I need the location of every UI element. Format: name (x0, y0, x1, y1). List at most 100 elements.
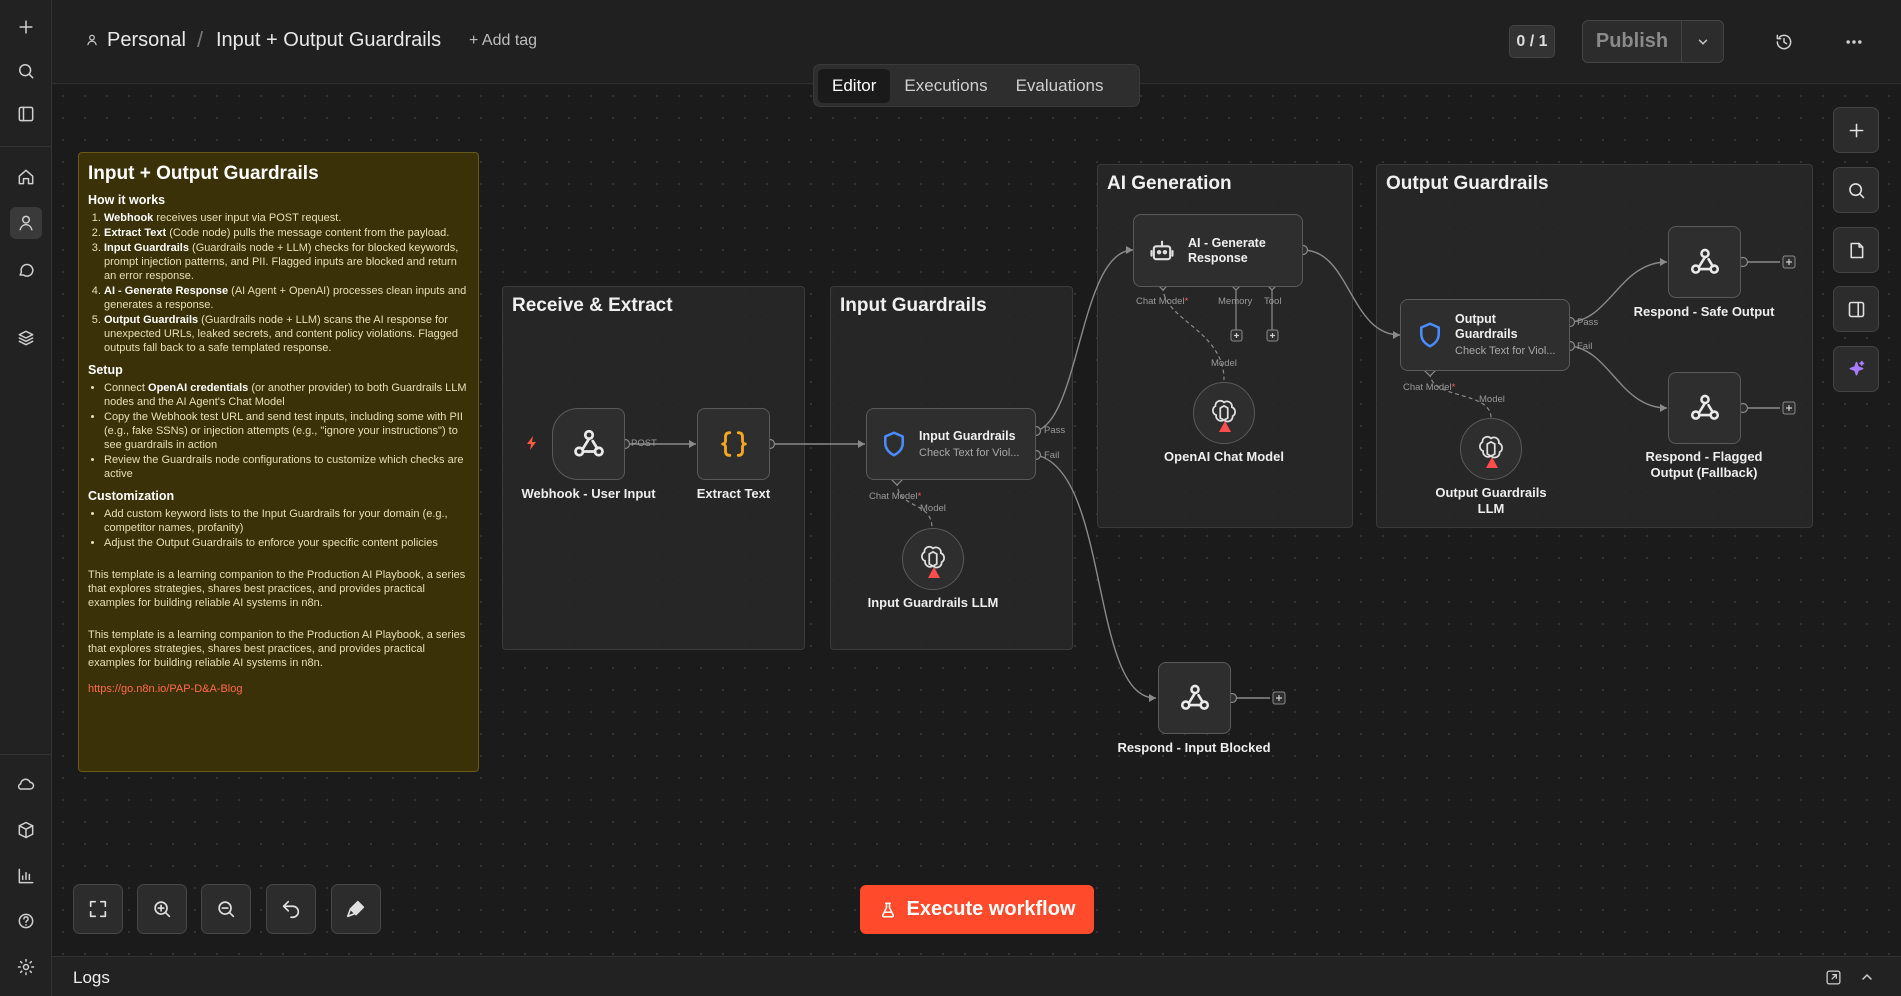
node-openai-chat-model[interactable] (1193, 382, 1255, 444)
node-output-guardrails[interactable]: Output Guardrails Check Text for Viol... (1400, 299, 1570, 371)
sticky-note[interactable]: Input + Output Guardrails How it works W… (78, 152, 479, 772)
webhook-icon (573, 429, 604, 457)
trigger-bolt-icon (526, 436, 538, 455)
active-counter-badge: 0 / 1 (1509, 25, 1555, 58)
note-heading-how: How it works (88, 193, 166, 207)
node-respond-input-blocked[interactable] (1158, 662, 1231, 734)
node-ai-generate-response[interactable]: AI - Generate Response (1133, 214, 1303, 287)
note-heading-customization: Customization (88, 489, 175, 503)
packages-icon[interactable] (10, 814, 42, 846)
port-label-tool: Tool (1264, 296, 1282, 307)
breadcrumb-project[interactable]: Personal (107, 29, 186, 52)
group-title: Receive & Extract (512, 295, 673, 316)
ai-assistant-button[interactable] (1833, 346, 1879, 392)
node-subtitle: Check Text for Viol... (919, 446, 1020, 459)
list-item: Copy the Webhook test URL and send test … (104, 410, 469, 452)
search-icon[interactable] (10, 55, 42, 87)
add-sticky-note-button[interactable] (1833, 227, 1879, 273)
logs-title: Logs (73, 968, 110, 987)
layers-icon[interactable] (10, 322, 42, 354)
webhook-icon (1690, 394, 1719, 420)
zoom-in-button[interactable] (137, 884, 187, 934)
toggle-panel-button[interactable] (1833, 286, 1879, 332)
history-icon[interactable] (1771, 29, 1797, 55)
list-item: Webhook receives user input via POST req… (104, 211, 469, 225)
node-input-guardrails[interactable]: Input Guardrails Check Text for Viol... (866, 408, 1036, 480)
divider (0, 146, 52, 147)
node-respond-flagged-output[interactable] (1668, 372, 1741, 444)
node-input-guardrails-llm[interactable] (902, 528, 964, 590)
port-label-fail: Fail (1044, 450, 1060, 461)
list-item: AI - Generate Response (AI Agent + OpenA… (104, 284, 469, 312)
code-braces-icon (720, 431, 747, 457)
warning-icon (1486, 457, 1498, 468)
execute-workflow-button[interactable]: Execute workflow (860, 885, 1094, 934)
warning-icon (1219, 421, 1231, 432)
list-item: Extract Text (Code node) pulls the messa… (104, 226, 469, 240)
note-paragraph: This template is a learning companion to… (88, 629, 466, 669)
node-label: OpenAI Chat Model (1164, 449, 1284, 464)
webhook-icon (1690, 248, 1719, 274)
add-tag-button[interactable]: + Add tag (469, 32, 537, 50)
search-nodes-button[interactable] (1833, 167, 1879, 213)
list-item: Output Guardrails (Guardrails node + LLM… (104, 313, 469, 355)
group-title: Input Guardrails (840, 295, 987, 316)
cloud-icon[interactable] (10, 768, 42, 800)
pop-out-icon[interactable] (1825, 969, 1842, 991)
group-title: AI Generation (1107, 173, 1232, 194)
port-label-model: Model (1479, 394, 1505, 405)
more-options-icon[interactable] (1841, 29, 1867, 55)
undo-button[interactable] (266, 884, 316, 934)
webhook-icon (1180, 684, 1209, 710)
note-link[interactable]: https://go.n8n.io/PAP-D&A-Blog (88, 682, 469, 696)
logs-panel[interactable]: Logs (52, 956, 1901, 996)
robot-icon (1150, 240, 1174, 260)
insights-icon[interactable] (10, 860, 42, 892)
workflow-name[interactable]: Input + Output Guardrails (216, 29, 441, 52)
tab-editor[interactable]: Editor (818, 68, 891, 103)
fit-view-button[interactable] (73, 884, 123, 934)
list-item: Adjust the Output Guardrails to enforce … (104, 536, 469, 550)
node-title: AI - Generate Response (1188, 235, 1266, 265)
home-icon[interactable] (10, 161, 42, 193)
port-label-model: Model (920, 503, 946, 514)
add-icon[interactable] (10, 11, 42, 43)
help-icon[interactable] (10, 905, 42, 937)
chat-icon[interactable] (10, 254, 42, 286)
warning-icon (928, 567, 940, 578)
chevron-up-icon[interactable] (1859, 969, 1875, 990)
publish-button-group: Publish (1582, 20, 1724, 63)
list-item: Add custom keyword lists to the Input Gu… (104, 507, 469, 535)
list-item: Connect OpenAI credentials (or another p… (104, 381, 469, 409)
port-label-pass: Pass (1044, 425, 1066, 436)
view-tabs: Editor Executions Evaluations (813, 64, 1140, 107)
chevron-down-icon[interactable] (1682, 21, 1723, 62)
personal-icon[interactable] (10, 207, 42, 239)
port-label-pass: Pass (1577, 317, 1599, 328)
execute-label: Execute workflow (906, 898, 1076, 920)
sidebar-toggle-icon[interactable] (10, 98, 42, 130)
note-setup: Connect OpenAI credentials (or another p… (88, 381, 469, 481)
node-label: Extract Text (696, 486, 771, 501)
node-respond-safe-output[interactable] (1668, 226, 1741, 298)
node-label: Respond - Safe Output (1633, 304, 1775, 319)
port-label-memory: Memory (1218, 296, 1253, 307)
tab-evaluations[interactable]: Evaluations (1002, 69, 1118, 103)
node-webhook-user-input[interactable] (552, 408, 625, 480)
node-label: Input Guardrails LLM (867, 595, 999, 610)
add-node-button[interactable] (1833, 107, 1879, 153)
port-label-fail: Fail (1577, 341, 1593, 352)
zoom-out-button[interactable] (201, 884, 251, 934)
settings-icon[interactable] (10, 951, 42, 983)
node-title: Input Guardrails (919, 428, 1016, 443)
list-item: Review the Guardrails node configuration… (104, 453, 469, 481)
port-label-post: POST (631, 438, 657, 449)
divider (0, 754, 52, 755)
node-output-guardrails-llm[interactable] (1460, 418, 1522, 480)
publish-button[interactable]: Publish (1583, 21, 1682, 62)
node-extract-text[interactable] (697, 408, 770, 480)
shield-icon (884, 431, 904, 457)
tab-executions[interactable]: Executions (890, 69, 1001, 103)
note-title: Input + Output Guardrails (88, 163, 319, 184)
tidy-up-button[interactable] (331, 884, 381, 934)
